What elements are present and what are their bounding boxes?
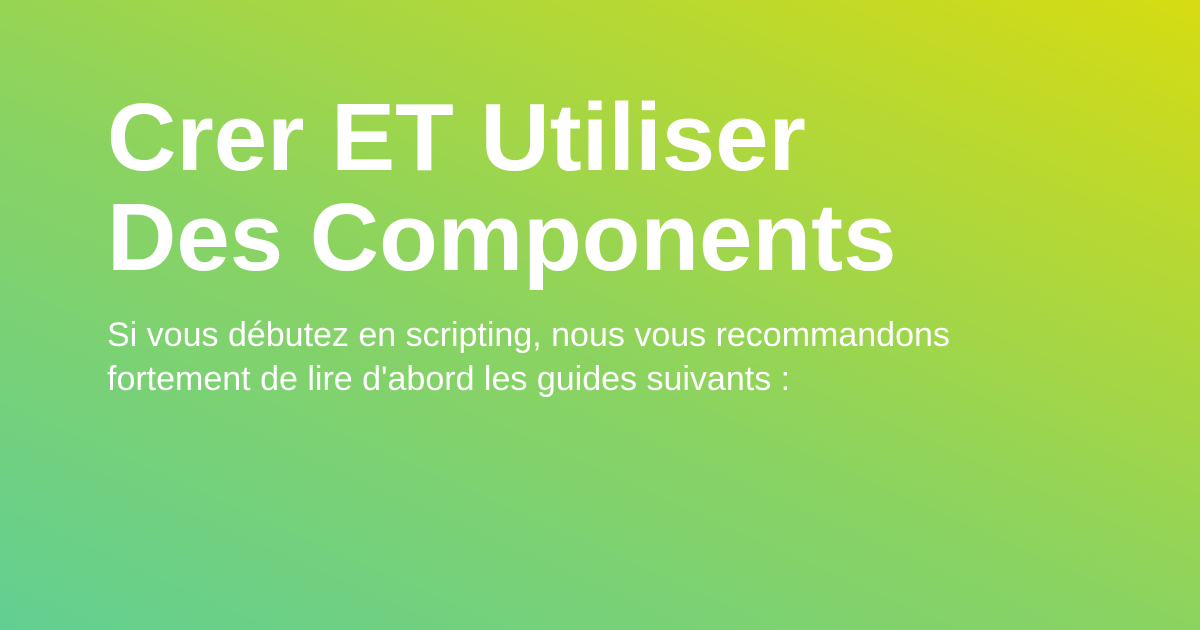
description-line-2: fortement de lire d'abord les guides sui… <box>107 360 791 398</box>
page-description: Si vous débutez en scripting, nous vous … <box>107 313 1107 401</box>
page-title: Crer ET Utiliser Des Components <box>107 88 1107 288</box>
description-line-1: Si vous débutez en scripting, nous vous … <box>107 316 950 354</box>
card-content: Crer ET Utiliser Des Components Si vous … <box>107 88 1107 401</box>
title-line-2: Des Components <box>107 184 897 291</box>
title-line-1: Crer ET Utiliser <box>107 84 806 191</box>
social-preview-card: Crer ET Utiliser Des Components Si vous … <box>0 0 1200 630</box>
